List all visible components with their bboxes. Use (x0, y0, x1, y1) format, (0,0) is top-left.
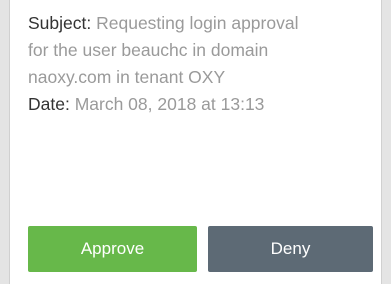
subject-text-1: Requesting login approval (96, 13, 299, 33)
date-line: Date: March 08, 2018 at 13:13 (28, 91, 373, 118)
date-value: March 08, 2018 at 13:13 (74, 94, 265, 114)
approval-card: Subject: Requesting login approval for t… (9, 0, 382, 284)
approve-button[interactable]: Approve (28, 226, 197, 272)
request-details: Subject: Requesting login approval for t… (28, 10, 373, 118)
subject-line-1: Subject: Requesting login approval (28, 10, 373, 37)
date-label: Date: (28, 94, 70, 114)
subject-label: Subject: (28, 13, 92, 33)
subject-line-2: for the user beauchc in domain (28, 40, 269, 60)
action-buttons: Approve Deny (28, 226, 373, 272)
subject-line-3: naoxy.com in tenant OXY (28, 67, 226, 87)
deny-button[interactable]: Deny (208, 226, 373, 272)
